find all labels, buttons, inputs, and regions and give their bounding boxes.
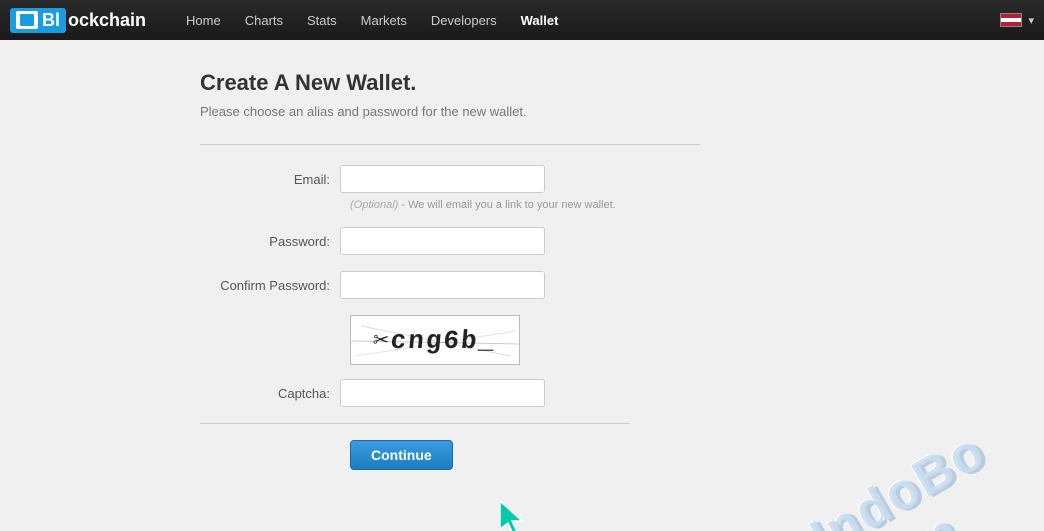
logo-block: Bl (10, 8, 66, 33)
logo-chain-text: ockchain (68, 10, 146, 31)
email-label: Email: (200, 172, 340, 187)
captcha-image-row: ✂cng6b_ (350, 315, 700, 365)
language-flag-icon (1000, 13, 1022, 27)
form-title: Create A New Wallet. (200, 70, 700, 96)
watermark-line2: .com (830, 471, 1024, 531)
captcha-input[interactable] (340, 379, 545, 407)
confirm-password-row: Confirm Password: (200, 271, 700, 299)
email-note-optional: (Optional) (350, 199, 398, 211)
captcha-display-text: ✂cng6b_ (372, 325, 498, 356)
nav-developers[interactable]: Developers (421, 9, 507, 32)
main-content: Create A New Wallet. Please choose an al… (0, 40, 1044, 531)
password-label: Password: (200, 234, 340, 249)
logo[interactable]: Bl ockchain (10, 8, 146, 33)
email-input[interactable] (340, 165, 545, 193)
form-subtitle: Please choose an alias and password for … (200, 104, 700, 119)
captcha-row: Captcha: (200, 379, 700, 407)
continue-button[interactable]: Continue (350, 440, 453, 470)
nav-wallet[interactable]: Wallet (511, 9, 569, 32)
email-row: Email: (200, 165, 700, 193)
form-container: Create A New Wallet. Please choose an al… (200, 70, 700, 501)
nav-markets[interactable]: Markets (351, 9, 417, 32)
navbar: Bl ockchain Home Charts Stats Markets De… (0, 0, 1044, 40)
nav-links: Home Charts Stats Markets Developers Wal… (176, 9, 1000, 32)
watermark-line1: IndoBo (801, 422, 995, 531)
logo-icon (16, 11, 38, 29)
nav-right: ▾ (1000, 13, 1034, 27)
nav-charts[interactable]: Charts (235, 9, 293, 32)
language-dropdown[interactable]: ▾ (1028, 14, 1034, 27)
form-divider-bottom (200, 423, 630, 424)
nav-stats[interactable]: Stats (297, 9, 347, 32)
password-row: Password: (200, 227, 700, 255)
cursor-svg (500, 501, 530, 531)
watermark: IndoBo .com (801, 422, 1024, 531)
email-note-text: - We will email you a link to your new w… (401, 199, 615, 211)
captcha-image: ✂cng6b_ (350, 315, 520, 365)
captcha-label: Captcha: (200, 386, 340, 401)
nav-home[interactable]: Home (176, 9, 231, 32)
form-divider-top (200, 144, 700, 145)
password-input[interactable] (340, 227, 545, 255)
confirm-password-input[interactable] (340, 271, 545, 299)
confirm-password-label: Confirm Password: (200, 278, 340, 293)
email-note: (Optional) - We will email you a link to… (350, 199, 700, 211)
